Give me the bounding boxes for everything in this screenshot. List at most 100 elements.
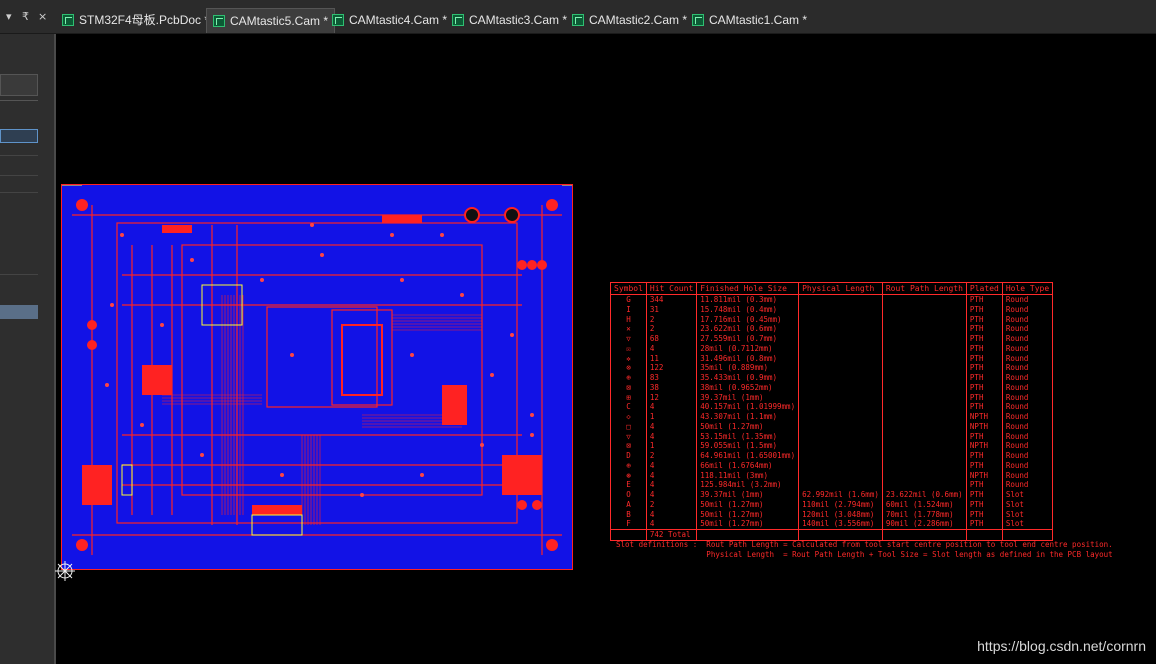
panel-field[interactable] bbox=[0, 74, 38, 96]
hole-type-cell: Round bbox=[1001, 304, 1054, 315]
pcb-board-view[interactable] bbox=[61, 184, 573, 570]
hole-size-cell: 50mil (1.27mm) bbox=[696, 519, 800, 530]
hit-count-cell: 4 bbox=[645, 480, 698, 490]
plated-cell: NPTH bbox=[965, 441, 1003, 451]
plated-cell: PTH bbox=[965, 382, 1003, 393]
side-panel bbox=[0, 34, 56, 664]
panel-menu-icon[interactable]: ▾ bbox=[6, 10, 12, 23]
hole-type-cell: Round bbox=[1001, 324, 1054, 334]
rout-path-length-cell: 60mil (1.524mm) bbox=[881, 499, 967, 510]
plated-cell: PTH bbox=[965, 363, 1003, 373]
physical-length-cell bbox=[798, 382, 883, 393]
hit-count-cell: 2 bbox=[645, 324, 698, 334]
hole-size-cell: 43.307mil (1.1mm) bbox=[696, 412, 800, 422]
rout-path-length-cell bbox=[881, 314, 967, 325]
slot-definition-line: Slot definitions : Rout Path Length = Ca… bbox=[616, 540, 1113, 549]
drill-table-row: ⊠ 1 59.055mil (1.5mm) NPTH Round bbox=[610, 441, 1054, 451]
drill-table-row: E 4 125.984mil (3.2mm) PTH Round bbox=[610, 480, 1054, 490]
col-plated: Plated bbox=[965, 282, 1003, 295]
hole-type-cell: Round bbox=[1001, 334, 1054, 344]
rout-path-length-cell bbox=[881, 392, 967, 403]
hole-size-cell: 38mil (0.9652mm) bbox=[696, 382, 800, 393]
rout-path-length-cell bbox=[881, 421, 967, 432]
panel-controls: ▾ ₹ × bbox=[0, 10, 52, 30]
hole-type-cell: Round bbox=[1001, 382, 1054, 393]
symbol-cell: ▽ bbox=[610, 334, 647, 344]
rout-path-length-cell bbox=[881, 451, 967, 461]
hit-count-cell: 344 bbox=[645, 294, 698, 305]
rout-path-length-cell bbox=[881, 441, 967, 451]
hole-size-cell: 39.37mil (1mm) bbox=[696, 392, 800, 403]
origin-marker-icon bbox=[55, 561, 75, 581]
pin-icon[interactable]: ₹ bbox=[22, 10, 29, 23]
plated-cell: PTH bbox=[965, 460, 1003, 471]
panel-selected-field[interactable] bbox=[0, 129, 38, 143]
plated-cell: PTH bbox=[965, 431, 1003, 442]
close-icon[interactable]: × bbox=[38, 10, 47, 23]
drill-table-row: B 4 50mil (1.27mm) 120mil (3.048mm) 70mil (1… bbox=[610, 509, 1054, 520]
tab-camtastic1[interactable]: CAMtastic1.Cam * bbox=[686, 8, 813, 33]
drill-table-row: ⊕ 83 35.433mil (0.9mm) PTH Round bbox=[610, 373, 1054, 383]
plated-cell: PTH bbox=[965, 480, 1003, 490]
hit-count-cell: 83 bbox=[645, 373, 698, 383]
plated-cell: PTH bbox=[965, 499, 1003, 510]
drill-table-row: ☒ 4 28mil (0.7112mm) PTH Round bbox=[610, 343, 1054, 354]
hole-size-cell: 53.15mil (1.35mm) bbox=[696, 431, 800, 442]
hole-size-cell: 64.961mil (1.65001mm) bbox=[696, 451, 800, 461]
symbol-cell: ✕ bbox=[610, 324, 647, 334]
hole-type-cell: Round bbox=[1001, 470, 1054, 481]
drill-table-header: Symbol Hit Count Finished Hole Size Phys… bbox=[610, 282, 1054, 295]
rout-path-length-cell: 70mil (1.778mm) bbox=[881, 509, 967, 520]
tab-pcbdoc[interactable]: STM32F4母板.PcbDoc * bbox=[56, 8, 215, 33]
hole-size-cell: 35mil (0.889mm) bbox=[696, 363, 800, 373]
hole-size-cell: 59.055mil (1.5mm) bbox=[696, 441, 800, 451]
col-physical-length: Physical Length bbox=[798, 282, 883, 295]
plated-cell: PTH bbox=[965, 402, 1003, 412]
hole-type-cell: Round bbox=[1001, 373, 1054, 383]
hole-type-cell: Slot bbox=[1001, 499, 1054, 510]
symbol-cell: O bbox=[610, 490, 647, 500]
physical-length-cell bbox=[798, 412, 883, 422]
symbol-cell: E bbox=[610, 480, 647, 490]
symbol-cell: ⊕ bbox=[610, 373, 647, 383]
physical-length-cell bbox=[798, 480, 883, 490]
cam-icon bbox=[692, 14, 704, 26]
symbol-cell: G bbox=[610, 294, 647, 305]
plated-cell: NPTH bbox=[965, 470, 1003, 481]
hit-count-cell: 4 bbox=[645, 519, 698, 530]
rout-path-length-cell bbox=[881, 382, 967, 393]
hole-size-cell: 35.433mil (0.9mm) bbox=[696, 373, 800, 383]
symbol-cell: D bbox=[610, 451, 647, 461]
hole-type-cell: Round bbox=[1001, 363, 1054, 373]
physical-length-cell: 62.992mil (1.6mm) bbox=[798, 490, 883, 500]
tab-camtastic3[interactable]: CAMtastic3.Cam * bbox=[446, 8, 573, 33]
hole-type-cell: Round bbox=[1001, 402, 1054, 412]
hit-count-cell: 1 bbox=[645, 441, 698, 451]
hit-count-cell: 2 bbox=[645, 451, 698, 461]
cam-icon bbox=[213, 15, 225, 27]
symbol-cell: A bbox=[610, 499, 647, 510]
divider bbox=[0, 175, 38, 176]
drill-table-row: F 4 50mil (1.27mm) 140mil (3.556mm) 90mil (2… bbox=[610, 519, 1054, 530]
tab-label: CAMtastic4.Cam * bbox=[349, 13, 448, 27]
drill-table-row: ⊗ 122 35mil (0.889mm) PTH Round bbox=[610, 363, 1054, 373]
physical-length-cell bbox=[798, 373, 883, 383]
plated-cell: PTH bbox=[965, 324, 1003, 334]
hit-count-cell: 4 bbox=[645, 402, 698, 412]
hit-count-cell: 11 bbox=[645, 353, 698, 364]
rout-path-length-cell bbox=[881, 373, 967, 383]
tab-camtastic5[interactable]: CAMtastic5.Cam * bbox=[206, 8, 336, 33]
hole-size-cell: 66mil (1.6764mm) bbox=[696, 460, 800, 471]
panel-highlight-row[interactable] bbox=[0, 305, 38, 319]
tab-camtastic4[interactable]: CAMtastic4.Cam * bbox=[326, 8, 453, 33]
drill-table-row: H 2 17.716mil (0.45mm) PTH Round bbox=[610, 314, 1054, 325]
symbol-cell: ⊠ bbox=[610, 382, 647, 393]
plated-cell: PTH bbox=[965, 490, 1003, 500]
rout-path-length-cell bbox=[881, 402, 967, 412]
symbol-cell: F bbox=[610, 519, 647, 530]
pcbdoc-icon bbox=[62, 14, 74, 26]
tab-camtastic2[interactable]: CAMtastic2.Cam * bbox=[566, 8, 693, 33]
tab-label: CAMtastic1.Cam * bbox=[709, 13, 808, 27]
plated-cell: PTH bbox=[965, 334, 1003, 344]
rout-path-length-cell: 23.622mil (0.6mm) bbox=[881, 490, 967, 500]
